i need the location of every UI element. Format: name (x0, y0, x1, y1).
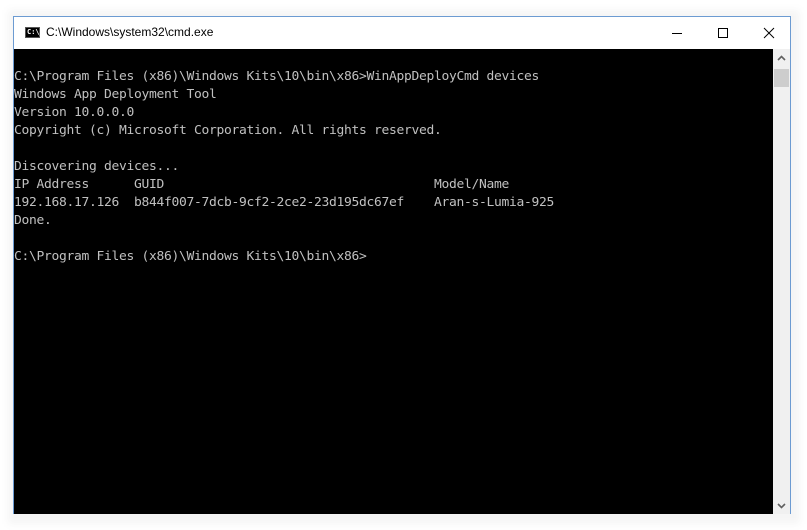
scroll-down-button[interactable] (773, 497, 790, 514)
maximize-button[interactable] (700, 17, 746, 49)
scrollbar-thumb[interactable] (774, 69, 789, 87)
scroll-up-button[interactable] (773, 49, 790, 66)
cmd-window: C:\_ C:\Windows\system32\cmd.exe C:\Prog… (13, 16, 791, 514)
console-line: 192.168.17.126 b844f007-7dcb-9cf2-2ce2-2… (14, 194, 555, 209)
cmd-icon-glyph: C:\_ (27, 28, 44, 36)
cmd-icon[interactable]: C:\_ (25, 27, 44, 38)
chevron-up-icon (777, 54, 786, 61)
console-prompt: C:\Program Files (x86)\Windows Kits\10\b… (14, 248, 367, 263)
title-bar[interactable]: C:\_ C:\Windows\system32\cmd.exe (14, 17, 790, 49)
chevron-down-icon (777, 502, 786, 509)
close-icon (763, 27, 775, 39)
console-line: Done. (14, 212, 52, 227)
maximize-icon (718, 28, 728, 38)
console-line: Version 10.0.0.0 (14, 104, 135, 119)
console-line: IP Address GUID Model/Name (14, 176, 510, 191)
close-button[interactable] (746, 17, 792, 49)
console-output[interactable]: C:\Program Files (x86)\Windows Kits\10\b… (14, 49, 773, 514)
minimize-button[interactable] (654, 17, 700, 49)
minimize-icon (672, 33, 682, 34)
console-line: Windows App Deployment Tool (14, 86, 217, 101)
window-title: C:\Windows\system32\cmd.exe (46, 25, 214, 39)
console-line: C:\Program Files (x86)\Windows Kits\10\b… (14, 68, 540, 83)
console-line: Discovering devices... (14, 158, 180, 173)
vertical-scrollbar[interactable] (773, 49, 790, 514)
console-line: Copyright (c) Microsoft Corporation. All… (14, 122, 442, 137)
